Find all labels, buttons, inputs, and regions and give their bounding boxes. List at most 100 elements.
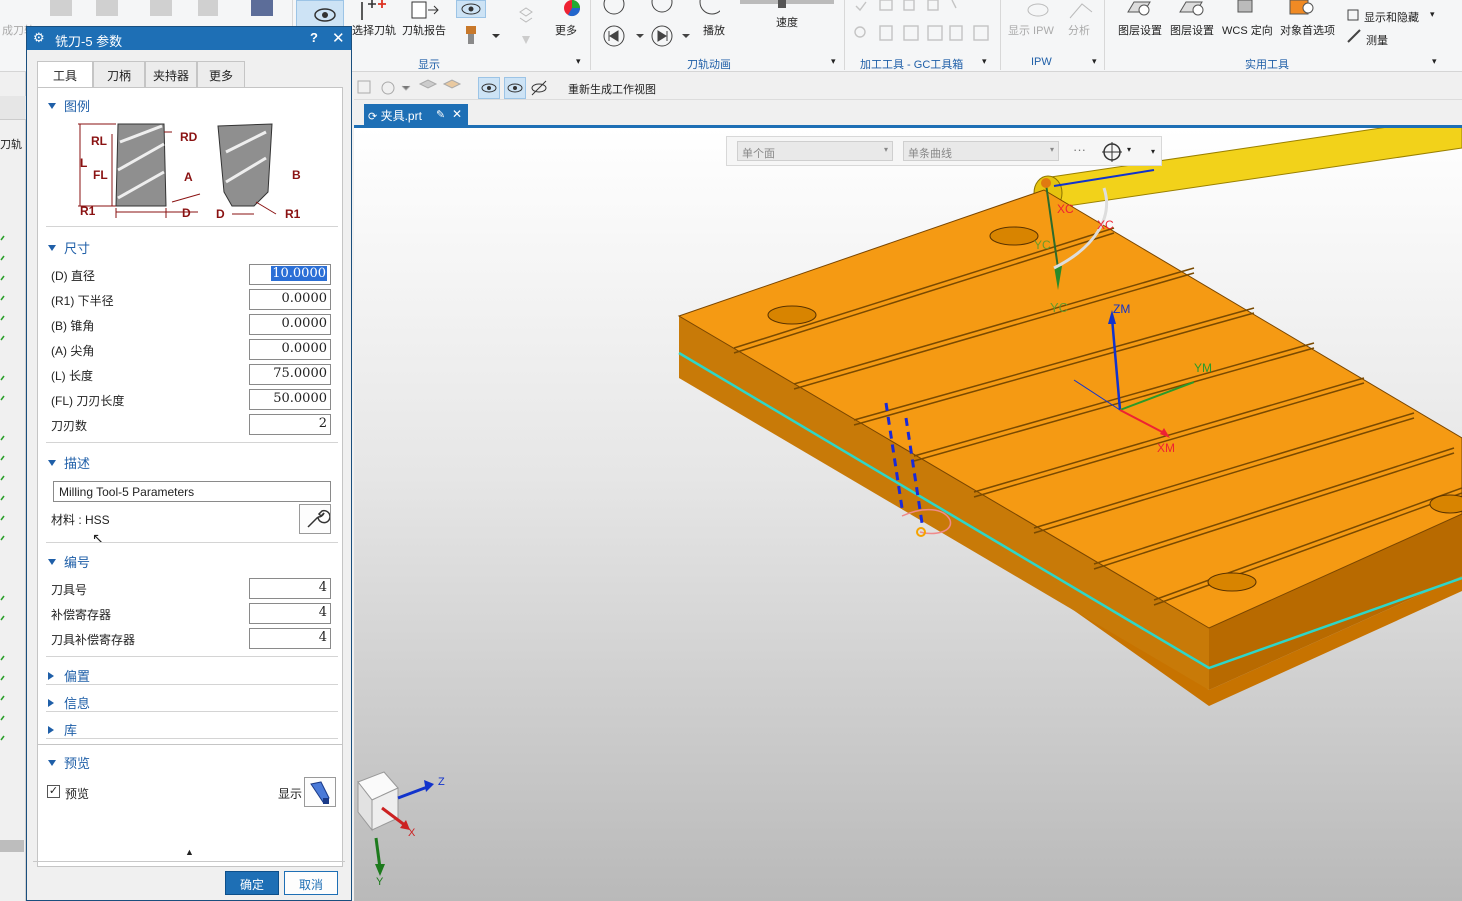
taper-angle-label: (B) 锥角 bbox=[51, 319, 95, 333]
length-label: (L) 长度 bbox=[51, 369, 94, 383]
type-filter-select[interactable]: 单个面 ▾ bbox=[737, 141, 893, 161]
section-size-header[interactable]: 尺寸 bbox=[48, 238, 90, 257]
close-tab-icon[interactable]: ✕ bbox=[452, 107, 462, 121]
diameter-input[interactable]: 10.0000 bbox=[249, 264, 331, 285]
cutcom-register-input[interactable]: 4 bbox=[249, 628, 331, 649]
play-button[interactable]: 播放 bbox=[703, 22, 725, 38]
collapse-icon[interactable]: ▲ bbox=[185, 847, 194, 857]
tip-angle-input[interactable]: 0.0000 bbox=[249, 339, 331, 360]
ipw-icons bbox=[1027, 3, 1093, 19]
check-marks bbox=[0, 235, 5, 741]
wcs-orient-button[interactable]: WCS 定向 bbox=[1222, 22, 1273, 38]
regen-view-button[interactable]: 重新生成工作视图 bbox=[568, 81, 656, 97]
tab-holder[interactable]: 刀柄 bbox=[93, 61, 145, 87]
legend-r1-2: R1 bbox=[285, 207, 301, 221]
z-axis-label: Z bbox=[438, 776, 445, 788]
group-display: 显示 bbox=[418, 59, 440, 71]
graphics-viewport[interactable]: XC XC YC YC ZM YM XM Z X Y 单个面 ▾ 单条曲线 ▾ ··… bbox=[354, 128, 1462, 901]
help-icon[interactable]: ? bbox=[310, 30, 318, 45]
snap-point-icon[interactable] bbox=[1101, 141, 1123, 163]
section-offset-header[interactable]: 偏置 bbox=[48, 666, 90, 685]
section-info-header[interactable]: 信息 bbox=[48, 693, 90, 712]
tool-icon[interactable] bbox=[462, 24, 502, 48]
document-tabbar: ⟳ 夹具.prt ✎ ✕ bbox=[354, 100, 1462, 128]
hide-icon[interactable] bbox=[530, 79, 548, 97]
curve-rule-select[interactable]: 单条曲线 ▾ bbox=[903, 141, 1059, 161]
more-options-icon[interactable]: ··· bbox=[1073, 142, 1086, 157]
measure-button[interactable]: 测量 bbox=[1366, 32, 1388, 48]
yc-axis-label: YC bbox=[1034, 238, 1051, 252]
section-desc-header[interactable]: 描述 bbox=[48, 453, 90, 472]
snap-dropdown-icon[interactable]: ▾ bbox=[1127, 145, 1131, 154]
toolpath-report-button[interactable]: 刀轨报告 bbox=[402, 22, 446, 38]
more-button[interactable]: 更多 bbox=[555, 22, 577, 38]
legend-fl: FL bbox=[93, 168, 108, 182]
section-library-header[interactable]: 库 bbox=[48, 720, 77, 739]
ribbon-disabled-icons bbox=[50, 0, 273, 16]
layer-settings-button-2[interactable]: 图层设置 bbox=[1170, 22, 1214, 38]
sync-icon: ⟳ bbox=[368, 111, 378, 123]
taper-angle-input[interactable]: 0.0000 bbox=[249, 314, 331, 335]
legend-r1: R1 bbox=[80, 204, 96, 218]
close-icon[interactable]: ✕ bbox=[332, 29, 345, 47]
view-toolbar-icons[interactable] bbox=[354, 78, 464, 98]
section-legend-header[interactable]: 图例 bbox=[48, 96, 90, 115]
select-toolpath-button[interactable]: 选择刀轨 bbox=[352, 22, 396, 38]
legend-d-2: D bbox=[216, 207, 225, 221]
adjust-register-input[interactable]: 4 bbox=[249, 603, 331, 624]
eye-icon[interactable] bbox=[456, 0, 486, 18]
preview-checkbox[interactable]: ✓ bbox=[47, 785, 60, 798]
document-tab-name: 夹具.prt bbox=[380, 109, 422, 123]
dialog-title: 铣刀-5 参数 bbox=[55, 34, 123, 49]
analyze-button[interactable]: 分析 bbox=[1068, 22, 1090, 38]
speed-slider[interactable] bbox=[740, 0, 834, 4]
speed-slider-thumb[interactable] bbox=[778, 0, 786, 8]
section-preview-header[interactable]: 预览 bbox=[48, 753, 90, 772]
show-3d-icon[interactable] bbox=[504, 77, 526, 99]
flute-length-label: (FL) 刀刃长度 bbox=[51, 394, 125, 408]
selbar-expand-icon[interactable]: ▾ bbox=[1151, 147, 1155, 156]
view-toolbar: 重新生成工作视图 bbox=[354, 76, 1462, 100]
tool-number-label: 刀具号 bbox=[51, 583, 88, 597]
show-path-icon[interactable] bbox=[478, 77, 500, 99]
xm-axis-label: XM bbox=[1157, 441, 1175, 455]
layer-settings-button-1[interactable]: 图层设置 bbox=[1118, 22, 1162, 38]
ym-axis-label: YM bbox=[1194, 361, 1212, 375]
flutes-input[interactable]: 2 bbox=[249, 414, 331, 435]
model-scene[interactable] bbox=[354, 128, 1462, 901]
selection-bar: 单个面 ▾ 单条曲线 ▾ ··· ▾ ▾ bbox=[726, 136, 1162, 166]
animation-controls[interactable] bbox=[600, 0, 720, 52]
show-hide-button[interactable]: 显示和隐藏 bbox=[1364, 9, 1419, 25]
show-preview-button[interactable] bbox=[304, 777, 336, 807]
gc-toolbox-icons bbox=[854, 0, 989, 41]
gear-icon: ⚙ bbox=[33, 30, 45, 45]
section-numbering-header[interactable]: 编号 bbox=[48, 552, 90, 571]
edit-icon[interactable]: ✎ bbox=[436, 108, 445, 121]
description-input[interactable]: Milling Tool-5 Parameters bbox=[53, 481, 331, 502]
tip-angle-label: (A) 尖角 bbox=[51, 344, 95, 358]
dialog-titlebar[interactable]: ⚙ 铣刀-5 参数 ? ✕ bbox=[27, 27, 351, 50]
tab-more[interactable]: 更多 bbox=[197, 61, 245, 87]
lower-radius-input[interactable]: 0.0000 bbox=[249, 289, 331, 310]
length-input[interactable]: 75.0000 bbox=[249, 364, 331, 385]
cancel-button[interactable]: 取消 bbox=[284, 871, 338, 895]
material-button[interactable] bbox=[299, 504, 331, 534]
diameter-label: (D) 直径 bbox=[51, 269, 95, 283]
group-ipw: IPW bbox=[1031, 56, 1052, 68]
adjust-register-label: 补偿寄存器 bbox=[51, 608, 112, 622]
tab-tool[interactable]: 工具 bbox=[37, 61, 93, 88]
object-prefs-button[interactable]: 对象首选项 bbox=[1280, 22, 1335, 38]
tool-number-input[interactable]: 4 bbox=[249, 578, 331, 599]
show-label: 显示 bbox=[278, 787, 303, 801]
cutcom-register-label: 刀具补偿寄存器 bbox=[51, 633, 136, 647]
operation-navigator-strip: 刀轨 bbox=[0, 72, 26, 901]
material-label: 材料 : HSS bbox=[51, 513, 110, 527]
ok-button[interactable]: 确定 bbox=[225, 871, 279, 895]
lower-radius-label: (R1) 下半径 bbox=[51, 294, 114, 308]
flute-length-input[interactable]: 50.0000 bbox=[249, 389, 331, 410]
xc-axis-label-2: XC bbox=[1097, 218, 1114, 232]
show-ipw-button[interactable]: 显示 IPW bbox=[1008, 22, 1054, 38]
document-tab[interactable]: ⟳ 夹具.prt ✎ ✕ bbox=[364, 104, 468, 128]
flutes-label: 刀刃数 bbox=[51, 419, 88, 433]
tab-clamp[interactable]: 夹持器 bbox=[145, 61, 197, 87]
